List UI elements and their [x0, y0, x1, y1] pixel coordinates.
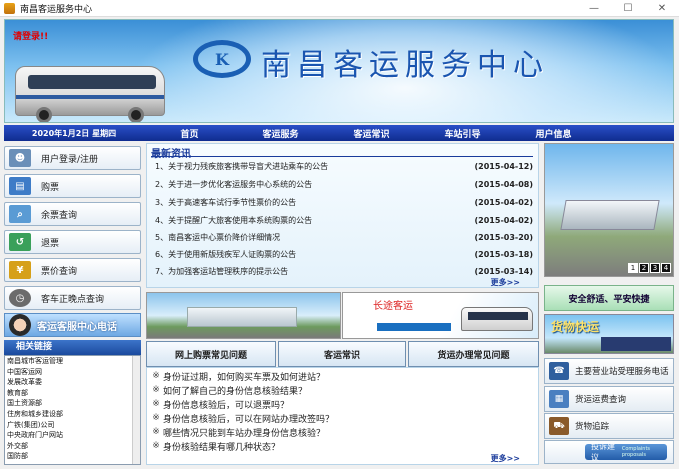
link-item[interactable]: 南昌城市客运管理 — [5, 356, 140, 367]
tab-freight-faq[interactable]: 货运办理常见问题 — [408, 341, 539, 367]
tab-online-ticket-faq[interactable]: 网上购票常见问题 — [146, 341, 276, 367]
nav-station-guide[interactable]: 车站引导 — [417, 127, 508, 140]
station-promo-image[interactable] — [146, 292, 341, 339]
faq-item[interactable]: ※ 哪些情况只能到车站办理身份信息核验？ — [149, 425, 325, 439]
feedback-panel: 投诉建议 Complaints proposals — [544, 440, 674, 464]
window-title: 南昌客运服务中心 — [20, 4, 93, 15]
news-item[interactable]: 7、为加强客运站管理秩序的提示公告 (2015-03-14) — [155, 263, 533, 279]
long-distance-promo-image[interactable]: 长途客运 — [342, 292, 539, 339]
nav-passenger-service[interactable]: 客运服务 — [235, 127, 326, 140]
feedback-button[interactable]: 投诉建议 Complaints proposals — [585, 442, 667, 462]
carousel-page-1[interactable]: 1 — [628, 263, 638, 273]
latest-news-panel: 最新资讯 1、关于视力残疾旅客携带导盲犬进站乘车的公告 (2015-04-12) … — [146, 143, 539, 288]
fare-query-button[interactable]: ¥ 票价查询 — [4, 258, 141, 282]
nav-home[interactable]: 首页 — [144, 127, 235, 140]
link-item[interactable]: 发展改革委 — [5, 377, 140, 388]
link-item[interactable]: 国土资源部 — [5, 398, 140, 409]
station-photo-carousel[interactable]: 1 2 3 4 — [544, 143, 674, 277]
link-item[interactable]: 中央政府门户网站 — [5, 430, 140, 441]
login-hint[interactable]: 请登录!! — [13, 29, 48, 42]
links-scrollbar[interactable] — [132, 356, 140, 464]
cargo-express-banner[interactable]: 货物快运 — [544, 314, 674, 354]
nav-passenger-knowledge[interactable]: 客运常识 — [326, 127, 417, 140]
news-item[interactable]: 5、南昌客运中心票价降价详细情况 (2015-03-20) — [155, 229, 533, 245]
tab-passenger-knowledge[interactable]: 客运常识 — [278, 341, 406, 367]
minimize-icon[interactable]: — — [577, 0, 611, 17]
brand-title: 南昌客运服务中心 — [261, 48, 549, 83]
service-phone-banner[interactable]: 客运客服中心电话 — [4, 313, 141, 337]
track-icon: ⛟ — [549, 417, 569, 435]
related-links-list[interactable]: 南昌城市客运管理 中国客运网 发展改革委 教育部 国土资源部 住房和城乡建设部 … — [4, 355, 141, 465]
cargo-title: 货物快运 — [551, 320, 600, 334]
related-links-title: 相关链接 — [4, 340, 141, 355]
faq-item[interactable]: ※ 身份核验结果有哪几种状态？ — [149, 439, 280, 453]
news-item[interactable]: 3、关于高速客车试行季节性票价的公告 (2015-04-02) — [155, 194, 533, 210]
news-item[interactable]: 4、关于提醒广大旅客使用本系统购票的公告 (2015-04-02) — [155, 212, 533, 228]
current-date: 2020年1月2日 星期四 — [31, 128, 117, 138]
close-icon[interactable]: ✕ — [645, 0, 679, 17]
carousel-pager: 1 2 3 4 — [628, 263, 671, 273]
clock-icon: ◷ — [9, 289, 31, 307]
header-banner: 请登录!! K 南昌客运服务中心 — [4, 19, 674, 123]
search-icon: ⌕ — [9, 205, 31, 223]
link-item[interactable]: 外交部 — [5, 441, 140, 452]
agent-avatar — [9, 314, 31, 336]
remaining-tickets-button[interactable]: ⌕ 余票查询 — [4, 202, 141, 226]
main-nav: 2020年1月2日 星期四 首页 客运服务 客运常识 车站引导 用户信息 — [4, 125, 674, 141]
ticket-icon: ▤ — [9, 177, 31, 195]
freight-fee-button[interactable]: ▦ 货运运费查询 — [544, 386, 674, 412]
refund-icon: ↺ — [9, 233, 31, 251]
carousel-page-4[interactable]: 4 — [661, 263, 671, 273]
bus-image — [15, 66, 165, 122]
window-titlebar: 南昌客运服务中心 — ☐ ✕ — [0, 0, 679, 17]
faq-more-link[interactable]: 更多>> — [491, 453, 520, 464]
service-phone-button[interactable]: ☎ 主要营业站受理服务电话 — [544, 358, 674, 384]
refund-button[interactable]: ↺ 退票 — [4, 230, 141, 254]
buy-ticket-button[interactable]: ▤ 购票 — [4, 174, 141, 198]
nav-user-info[interactable]: 用户信息 — [508, 127, 599, 140]
maximize-icon[interactable]: ☐ — [611, 0, 645, 17]
cargo-tracking-button[interactable]: ⛟ 货物追踪 — [544, 413, 674, 439]
news-item[interactable]: 2、关于进一步优化客运服务中心系统的公告 (2015-04-08) — [155, 176, 533, 192]
link-item[interactable]: 中国客运网 — [5, 367, 140, 378]
window-controls: — ☐ ✕ — [577, 0, 679, 17]
price-icon: ¥ — [9, 261, 31, 279]
brand-logo-icon: K — [193, 40, 251, 78]
user-icon: ☻ — [9, 149, 31, 167]
faq-item[interactable]: ※ 身份信息核验后，可以在网站办理改签吗？ — [149, 411, 334, 425]
safety-slogan: 安全舒适、平安快捷 — [544, 285, 674, 311]
carousel-page-3[interactable]: 3 — [650, 263, 660, 273]
link-item[interactable]: 住房和城乡建设部 — [5, 409, 140, 420]
bus-schedule-button[interactable]: ◷ 客车正晚点查询 — [4, 286, 141, 310]
phone-icon: ☎ — [549, 362, 569, 380]
faq-item[interactable]: ※ 身份证过期，如何购买车票及如何进站？ — [149, 369, 325, 383]
news-more-link[interactable]: 更多>> — [491, 277, 520, 288]
link-item[interactable]: 国防部 — [5, 451, 140, 462]
promo-slogan: 长途客运 — [373, 301, 413, 312]
news-item[interactable]: 6、关于使用新版残疾军人证购票的公告 (2015-03-18) — [155, 246, 533, 262]
app-icon — [4, 2, 15, 14]
faq-list: ※ 身份证过期，如何购买车票及如何进站？ ※ 如何了解自己的身份信息核验结果？ ※ 身… — [146, 367, 539, 465]
left-sidebar: ☻ 用户登录/注册 ▤ 购票 ⌕ 余票查询 ↺ 退票 ¥ 票价查询 ◷ 客车正晚… — [4, 143, 141, 465]
news-divider — [151, 156, 533, 157]
link-item[interactable]: 广铁(集团)公司 — [5, 420, 140, 431]
faq-item[interactable]: ※ 身份信息核验后，可以退票吗？ — [149, 397, 289, 411]
freight-icon: ▦ — [549, 390, 569, 408]
faq-item[interactable]: ※ 如何了解自己的身份信息核验结果？ — [149, 383, 307, 397]
user-login-button[interactable]: ☻ 用户登录/注册 — [4, 146, 141, 170]
news-item[interactable]: 1、关于视力残疾旅客携带导盲犬进站乘车的公告 (2015-04-12) — [155, 158, 533, 174]
carousel-page-2[interactable]: 2 — [639, 263, 649, 273]
link-item[interactable]: 教育部 — [5, 388, 140, 399]
